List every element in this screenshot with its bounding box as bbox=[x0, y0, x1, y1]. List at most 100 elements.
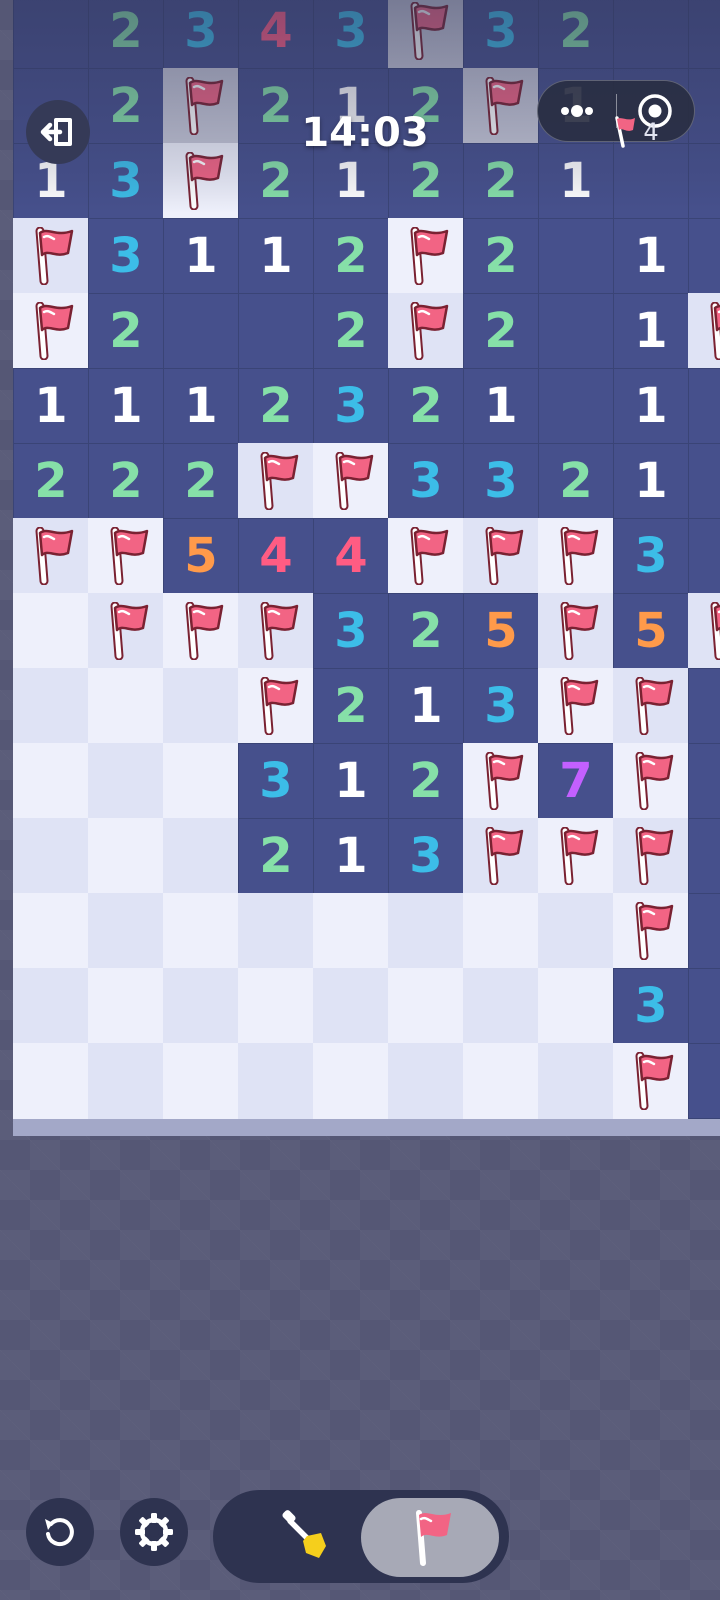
hidden-cell[interactable] bbox=[163, 743, 239, 819]
number-cell[interactable]: 3 bbox=[238, 743, 314, 819]
number-cell[interactable]: 1 bbox=[163, 368, 239, 444]
hidden-cell[interactable] bbox=[538, 1043, 614, 1119]
number-cell[interactable]: 1 bbox=[13, 368, 89, 444]
number-cell[interactable]: 3 bbox=[163, 0, 239, 69]
hidden-cell[interactable] bbox=[88, 668, 164, 744]
number-cell[interactable]: 4 bbox=[313, 518, 389, 594]
flagged-cell[interactable] bbox=[88, 593, 164, 669]
number-cell[interactable]: 4 bbox=[238, 518, 314, 594]
flagged-cell[interactable] bbox=[538, 818, 614, 894]
flagged-cell[interactable] bbox=[388, 293, 464, 369]
number-cell[interactable]: 3 bbox=[313, 368, 389, 444]
number-cell[interactable]: 2 bbox=[538, 443, 614, 519]
number-cell[interactable]: 3 bbox=[463, 0, 539, 69]
hidden-cell[interactable] bbox=[163, 1043, 239, 1119]
number-cell[interactable]: 2 bbox=[238, 818, 314, 894]
number-cell[interactable]: 2 bbox=[163, 443, 239, 519]
number-cell[interactable]: 2 bbox=[88, 68, 164, 144]
flagged-cell[interactable] bbox=[163, 68, 239, 144]
hidden-cell[interactable] bbox=[313, 893, 389, 969]
flagged-cell[interactable] bbox=[613, 668, 689, 744]
flagged-cell[interactable] bbox=[13, 218, 89, 294]
number-cell[interactable]: 5 bbox=[163, 518, 239, 594]
flagged-cell[interactable] bbox=[463, 818, 539, 894]
hidden-cell[interactable] bbox=[163, 968, 239, 1044]
number-cell[interactable]: 1 bbox=[313, 818, 389, 894]
hidden-cell[interactable] bbox=[388, 893, 464, 969]
flagged-cell[interactable] bbox=[238, 593, 314, 669]
number-cell[interactable]: 2 bbox=[313, 218, 389, 294]
number-cell[interactable]: 2 bbox=[388, 593, 464, 669]
flagged-cell[interactable] bbox=[613, 743, 689, 819]
hidden-cell[interactable] bbox=[313, 968, 389, 1044]
hidden-cell[interactable] bbox=[238, 968, 314, 1044]
number-cell[interactable]: 3 bbox=[388, 443, 464, 519]
flagged-cell[interactable] bbox=[163, 593, 239, 669]
number-cell[interactable]: 2 bbox=[13, 443, 89, 519]
number-cell[interactable]: 1 bbox=[388, 668, 464, 744]
flagged-cell[interactable] bbox=[613, 1043, 689, 1119]
hidden-cell[interactable] bbox=[13, 593, 89, 669]
number-cell[interactable]: 3 bbox=[463, 443, 539, 519]
hidden-cell[interactable] bbox=[13, 818, 89, 894]
flagged-cell[interactable] bbox=[538, 593, 614, 669]
number-cell[interactable]: 1 bbox=[163, 218, 239, 294]
number-cell[interactable]: 2 bbox=[463, 143, 539, 219]
flagged-cell[interactable] bbox=[538, 668, 614, 744]
restart-button[interactable] bbox=[26, 1498, 94, 1566]
hidden-cell[interactable] bbox=[388, 968, 464, 1044]
number-cell[interactable]: 1 bbox=[613, 293, 689, 369]
hidden-cell[interactable] bbox=[13, 968, 89, 1044]
flagged-cell[interactable] bbox=[388, 518, 464, 594]
number-cell[interactable]: 1 bbox=[238, 218, 314, 294]
flagged-cell[interactable] bbox=[613, 818, 689, 894]
number-cell[interactable]: 3 bbox=[613, 968, 689, 1044]
number-cell[interactable]: 1 bbox=[463, 368, 539, 444]
flagged-cell[interactable] bbox=[163, 143, 239, 219]
number-cell[interactable]: 3 bbox=[463, 668, 539, 744]
number-cell[interactable]: 2 bbox=[538, 0, 614, 69]
hidden-cell[interactable] bbox=[463, 893, 539, 969]
number-cell[interactable]: 1 bbox=[538, 143, 614, 219]
hidden-cell[interactable] bbox=[388, 1043, 464, 1119]
hidden-cell[interactable] bbox=[538, 968, 614, 1044]
hidden-cell[interactable] bbox=[163, 818, 239, 894]
number-cell[interactable]: 2 bbox=[88, 0, 164, 69]
number-cell[interactable]: 2 bbox=[463, 218, 539, 294]
flagged-cell[interactable] bbox=[613, 893, 689, 969]
flagged-cell[interactable] bbox=[88, 518, 164, 594]
hidden-cell[interactable] bbox=[13, 743, 89, 819]
hidden-cell[interactable] bbox=[88, 893, 164, 969]
hidden-cell[interactable] bbox=[463, 1043, 539, 1119]
hidden-cell[interactable] bbox=[238, 893, 314, 969]
hidden-cell[interactable] bbox=[463, 968, 539, 1044]
number-cell[interactable]: 1 bbox=[613, 368, 689, 444]
hidden-cell[interactable] bbox=[313, 1043, 389, 1119]
flagged-cell[interactable] bbox=[538, 518, 614, 594]
flag-mode-button[interactable] bbox=[361, 1498, 499, 1577]
flagged-cell[interactable] bbox=[313, 443, 389, 519]
number-cell[interactable]: 4 bbox=[238, 0, 314, 69]
number-cell[interactable]: 5 bbox=[613, 593, 689, 669]
hidden-cell[interactable] bbox=[88, 818, 164, 894]
flagged-cell[interactable] bbox=[688, 293, 720, 369]
hidden-cell[interactable] bbox=[88, 1043, 164, 1119]
hidden-cell[interactable] bbox=[13, 668, 89, 744]
number-cell[interactable]: 7 bbox=[538, 743, 614, 819]
number-cell[interactable]: 2 bbox=[88, 293, 164, 369]
number-cell[interactable]: 2 bbox=[388, 368, 464, 444]
hidden-cell[interactable] bbox=[538, 893, 614, 969]
flagged-cell[interactable] bbox=[13, 518, 89, 594]
hidden-cell[interactable] bbox=[88, 968, 164, 1044]
hidden-cell[interactable] bbox=[88, 743, 164, 819]
flagged-cell[interactable] bbox=[388, 218, 464, 294]
hidden-cell[interactable] bbox=[163, 668, 239, 744]
number-cell[interactable]: 2 bbox=[313, 668, 389, 744]
number-cell[interactable]: 1 bbox=[313, 743, 389, 819]
exit-button[interactable] bbox=[26, 100, 90, 164]
number-cell[interactable]: 5 bbox=[463, 593, 539, 669]
flagged-cell[interactable] bbox=[13, 293, 89, 369]
dig-mode-button[interactable] bbox=[245, 1496, 365, 1576]
number-cell[interactable]: 2 bbox=[88, 443, 164, 519]
number-cell[interactable]: 3 bbox=[88, 218, 164, 294]
